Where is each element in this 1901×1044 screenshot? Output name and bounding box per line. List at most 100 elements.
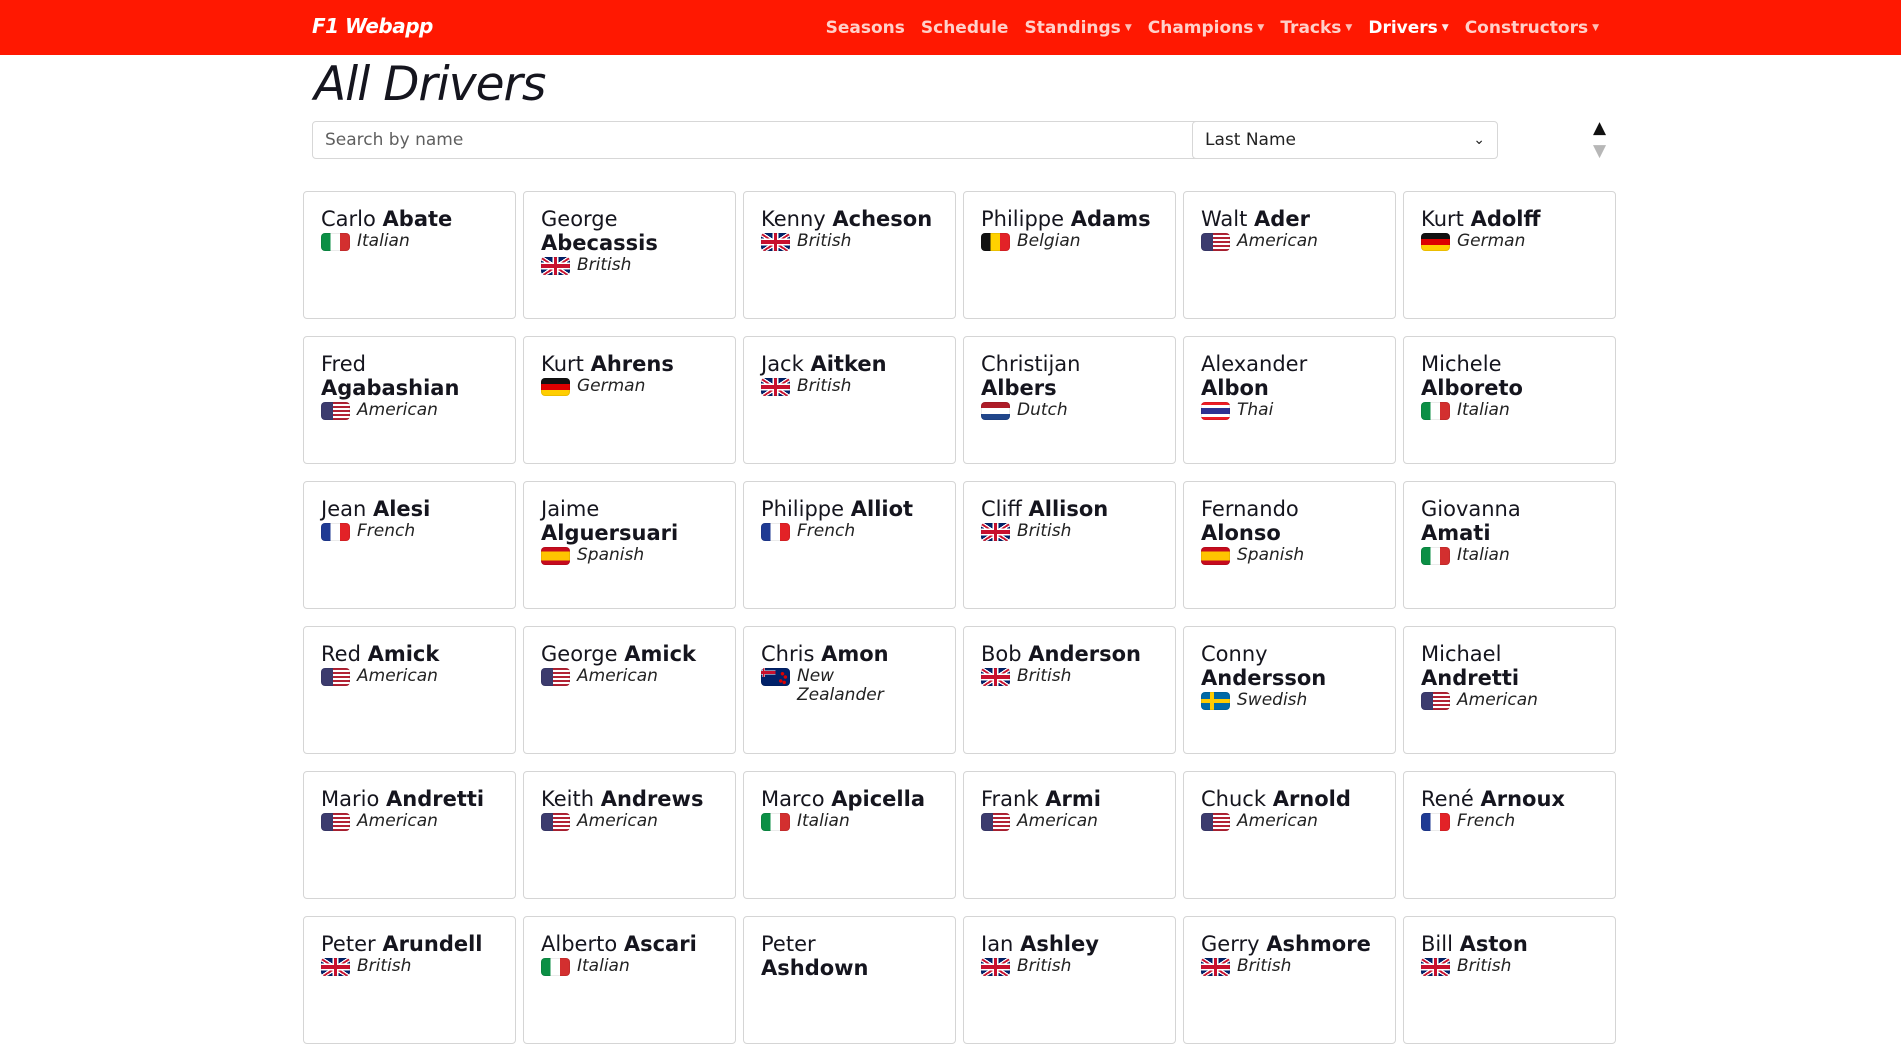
driver-card[interactable]: Conny Andersson Swedish bbox=[1183, 626, 1396, 754]
driver-first-name: Fred bbox=[321, 352, 366, 376]
nationality-text: British bbox=[797, 231, 852, 251]
nav-drivers[interactable]: Drivers ▼ bbox=[1368, 18, 1448, 38]
nationality-text: American bbox=[357, 666, 438, 686]
triangle-down-icon[interactable]: ▼ bbox=[1593, 141, 1606, 161]
driver-card[interactable]: Mario Andretti American bbox=[303, 771, 516, 899]
driver-nationality: Italian bbox=[321, 232, 515, 251]
dutch-flag-icon bbox=[981, 402, 1010, 420]
driver-nationality: American bbox=[1201, 232, 1395, 251]
nav-schedule[interactable]: Schedule bbox=[921, 18, 1009, 38]
driver-name: George Abecassis bbox=[541, 207, 735, 255]
nav-seasons[interactable]: Seasons bbox=[826, 18, 905, 38]
driver-card[interactable]: Keith Andrews American bbox=[523, 771, 736, 899]
driver-card[interactable]: George Amick American bbox=[523, 626, 736, 754]
driver-name: Michael Andretti bbox=[1421, 642, 1615, 690]
american-flag-icon bbox=[321, 668, 350, 686]
driver-last-name: Ader bbox=[1254, 207, 1310, 231]
driver-card[interactable]: Chuck Arnold American bbox=[1183, 771, 1396, 899]
driver-first-name: Alexander bbox=[1201, 352, 1308, 376]
driver-first-name: Walt bbox=[1201, 207, 1248, 231]
nav-standings[interactable]: Standings ▼ bbox=[1024, 18, 1131, 38]
nav-tracks[interactable]: Tracks ▼ bbox=[1280, 18, 1352, 38]
driver-nationality: American bbox=[981, 812, 1175, 831]
driver-card[interactable]: René Arnoux French bbox=[1403, 771, 1616, 899]
sort-select[interactable]: Last Name ⌄ bbox=[1192, 121, 1498, 159]
driver-card[interactable]: Red Amick American bbox=[303, 626, 516, 754]
driver-card[interactable]: Philippe Adams Belgian bbox=[963, 191, 1176, 319]
driver-card[interactable]: Bill Aston British bbox=[1403, 916, 1616, 1044]
driver-card[interactable]: Alberto Ascari Italian bbox=[523, 916, 736, 1044]
driver-first-name: Peter bbox=[761, 932, 816, 956]
driver-nationality: British bbox=[321, 957, 515, 976]
driver-card[interactable]: Fred Agabashian American bbox=[303, 336, 516, 464]
driver-card[interactable]: Walt Ader American bbox=[1183, 191, 1396, 319]
driver-card[interactable]: Ian Ashley British bbox=[963, 916, 1176, 1044]
nationality-text: Swedish bbox=[1237, 690, 1308, 710]
driver-name: René Arnoux bbox=[1421, 787, 1615, 811]
nav-constructors[interactable]: Constructors ▼ bbox=[1465, 18, 1599, 38]
driver-card[interactable]: Philippe Alliot French bbox=[743, 481, 956, 609]
driver-card[interactable]: Alexander Albon Thai bbox=[1183, 336, 1396, 464]
driver-card[interactable]: Christijan Albers Dutch bbox=[963, 336, 1176, 464]
chevron-down-icon: ▼ bbox=[1345, 22, 1353, 33]
driver-card[interactable]: Michele Alboreto Italian bbox=[1403, 336, 1616, 464]
driver-first-name: René bbox=[1421, 787, 1474, 811]
driver-first-name: Mario bbox=[321, 787, 380, 811]
driver-card[interactable]: Chris Amon New Zealander bbox=[743, 626, 956, 754]
driver-first-name: Red bbox=[321, 642, 361, 666]
nationality-text: British bbox=[797, 376, 852, 396]
nav-label: Seasons bbox=[825, 17, 905, 38]
driver-card[interactable]: Jack Aitken British bbox=[743, 336, 956, 464]
brand-logo[interactable]: F1 Webapp bbox=[312, 14, 433, 38]
driver-card[interactable]: Peter Arundell British bbox=[303, 916, 516, 1044]
chevron-down-icon: ⌄ bbox=[1473, 132, 1485, 148]
nationality-text: American bbox=[1237, 231, 1318, 251]
driver-card[interactable]: George Abecassis British bbox=[523, 191, 736, 319]
driver-card[interactable]: Michael Andretti American bbox=[1403, 626, 1616, 754]
driver-card[interactable]: Frank Armi American bbox=[963, 771, 1176, 899]
driver-card[interactable]: Kurt Adolff German bbox=[1403, 191, 1616, 319]
driver-nationality: American bbox=[1421, 691, 1615, 710]
driver-name: Bob Anderson bbox=[981, 642, 1175, 666]
driver-name: Jack Aitken bbox=[761, 352, 955, 376]
nationality-text: American bbox=[1457, 690, 1538, 710]
triangle-up-icon[interactable]: ▲ bbox=[1593, 118, 1606, 138]
driver-card[interactable]: Giovanna Amati Italian bbox=[1403, 481, 1616, 609]
driver-card[interactable]: Kurt Ahrens German bbox=[523, 336, 736, 464]
nationality-text: German bbox=[577, 376, 646, 396]
driver-card[interactable]: Marco Apicella Italian bbox=[743, 771, 956, 899]
driver-card[interactable]: Peter Ashdown bbox=[743, 916, 956, 1044]
driver-first-name: George bbox=[541, 642, 618, 666]
nationality-text: Thai bbox=[1237, 400, 1274, 420]
nationality-text: Spanish bbox=[1237, 545, 1305, 565]
drivers-grid: Carlo Abate Italian George Abecassis Britis… bbox=[303, 191, 1617, 1044]
driver-first-name: Alberto bbox=[541, 932, 618, 956]
driver-last-name: Ashdown bbox=[761, 956, 869, 980]
american-flag-icon bbox=[1201, 813, 1230, 831]
driver-nationality: German bbox=[1421, 232, 1615, 251]
driver-card[interactable]: Kenny Acheson British bbox=[743, 191, 956, 319]
sort-select-value: Last Name bbox=[1205, 130, 1296, 150]
driver-card[interactable]: Jaime Alguersuari Spanish bbox=[523, 481, 736, 609]
driver-card[interactable]: Carlo Abate Italian bbox=[303, 191, 516, 319]
driver-card[interactable]: Bob Anderson British bbox=[963, 626, 1176, 754]
nav-champions[interactable]: Champions ▼ bbox=[1148, 18, 1265, 38]
driver-name: Marco Apicella bbox=[761, 787, 955, 811]
driver-name: Christijan Albers bbox=[981, 352, 1175, 400]
driver-nationality: American bbox=[1201, 812, 1395, 831]
driver-nationality: British bbox=[981, 667, 1175, 686]
driver-last-name: Ashmore bbox=[1266, 932, 1371, 956]
belgian-flag-icon bbox=[981, 233, 1010, 251]
british-flag-icon bbox=[761, 233, 790, 251]
driver-name: Conny Andersson bbox=[1201, 642, 1395, 690]
nationality-text: German bbox=[1457, 231, 1526, 251]
driver-nationality: Spanish bbox=[541, 546, 735, 565]
driver-card[interactable]: Fernando Alonso Spanish bbox=[1183, 481, 1396, 609]
driver-card[interactable]: Gerry Ashmore British bbox=[1183, 916, 1396, 1044]
driver-nationality: American bbox=[541, 812, 735, 831]
driver-card[interactable]: Cliff Allison British bbox=[963, 481, 1176, 609]
driver-card[interactable]: Jean Alesi French bbox=[303, 481, 516, 609]
british-flag-icon bbox=[1421, 958, 1450, 976]
driver-last-name: Alguersuari bbox=[541, 521, 679, 545]
nationality-text: British bbox=[1017, 521, 1072, 541]
